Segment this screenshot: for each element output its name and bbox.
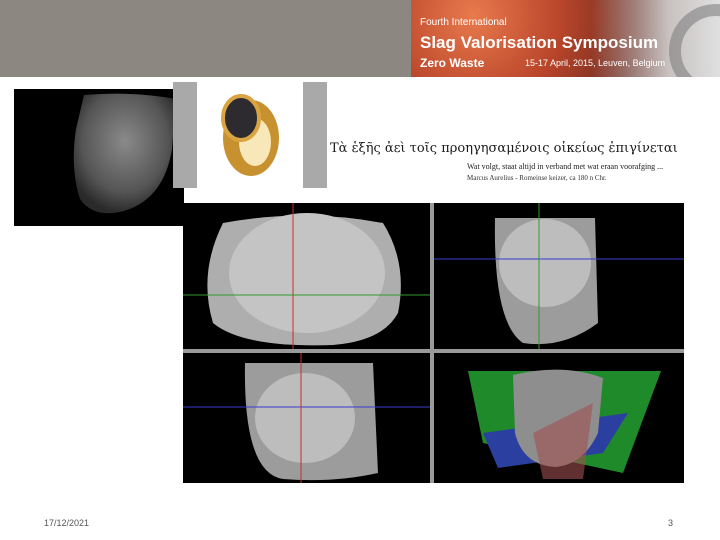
footer-date: 17/12/2021 <box>44 518 90 528</box>
banner-title: Slag Valorisation Symposium <box>420 33 659 52</box>
ct-view-sagittal <box>434 203 684 349</box>
scanned-object-image <box>14 89 184 226</box>
ct-view-axial <box>183 203 430 349</box>
ct-view-coronal <box>183 353 430 483</box>
quote-source: Marcus Aurelius - Romeinse keizer, ca 18… <box>467 174 607 182</box>
footer-page-number: 3 <box>668 518 674 528</box>
banner-gray-panel <box>0 0 411 77</box>
banner-dates: 15-17 April, 2015, Leuven, Belgium <box>525 58 666 68</box>
quote-dutch: Wat volgt, staat altijd in verband met w… <box>467 162 664 171</box>
ct-scan-graphic <box>183 203 684 483</box>
ct-view-3d <box>468 369 661 479</box>
ring-graphic <box>221 94 279 176</box>
symposium-banner: Fourth International Slag Valorisation S… <box>411 0 720 77</box>
quote-greek: Τὰ ἑξῆς ἀεὶ τοῖς προηγησαμένοις οἰκείως … <box>330 141 678 156</box>
ring-photo <box>173 82 327 188</box>
banner-subtitle: Zero Waste <box>420 56 485 70</box>
scanned-object-graphic <box>73 93 176 214</box>
ct-scan-viewer <box>183 203 684 483</box>
banner-line1: Fourth International <box>420 17 507 28</box>
